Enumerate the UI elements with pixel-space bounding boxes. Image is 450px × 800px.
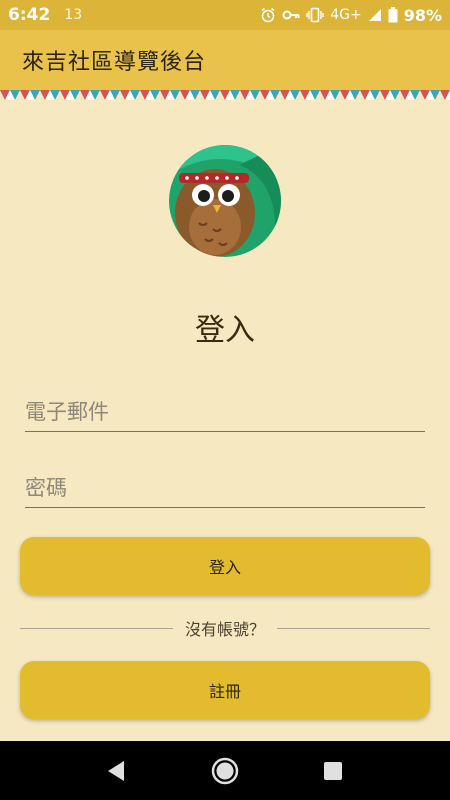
divider-line-left	[20, 627, 173, 629]
status-time: 6:42	[8, 5, 51, 25]
battery-percent: 98%	[403, 5, 442, 25]
signal-icon	[368, 8, 382, 22]
zigzag-border	[0, 90, 450, 100]
divider-line-right	[277, 627, 431, 629]
navigation-bar	[0, 741, 450, 800]
vpn-key-icon	[282, 9, 300, 21]
no-account-divider: 沒有帳號？	[20, 617, 431, 639]
back-icon[interactable]	[86, 741, 146, 800]
battery-icon	[388, 7, 398, 23]
owl-logo	[169, 145, 281, 257]
password-input[interactable]	[25, 468, 425, 507]
email-field-container	[25, 392, 425, 432]
vibrate-icon	[306, 7, 324, 23]
alarm-icon	[260, 7, 276, 23]
no-account-text: 沒有帳號？	[185, 620, 266, 639]
app-bar: 來吉社區導覽後台	[0, 30, 450, 90]
status-icons: 4G+ 98%	[260, 6, 442, 25]
recent-apps-icon[interactable]	[303, 741, 363, 800]
home-icon[interactable]	[195, 741, 255, 800]
network-type: 4G+	[330, 7, 362, 23]
app-title: 來吉社區導覽後台	[22, 50, 207, 75]
status-bar: 6:42 13 4G+ 98%	[0, 0, 450, 30]
login-button[interactable]: 登入	[20, 537, 430, 595]
register-button[interactable]: 註冊	[20, 661, 430, 719]
password-field-container	[25, 468, 425, 508]
status-notification-count: 13	[64, 7, 83, 23]
email-input[interactable]	[25, 392, 425, 431]
login-heading: 登入	[195, 313, 255, 348]
